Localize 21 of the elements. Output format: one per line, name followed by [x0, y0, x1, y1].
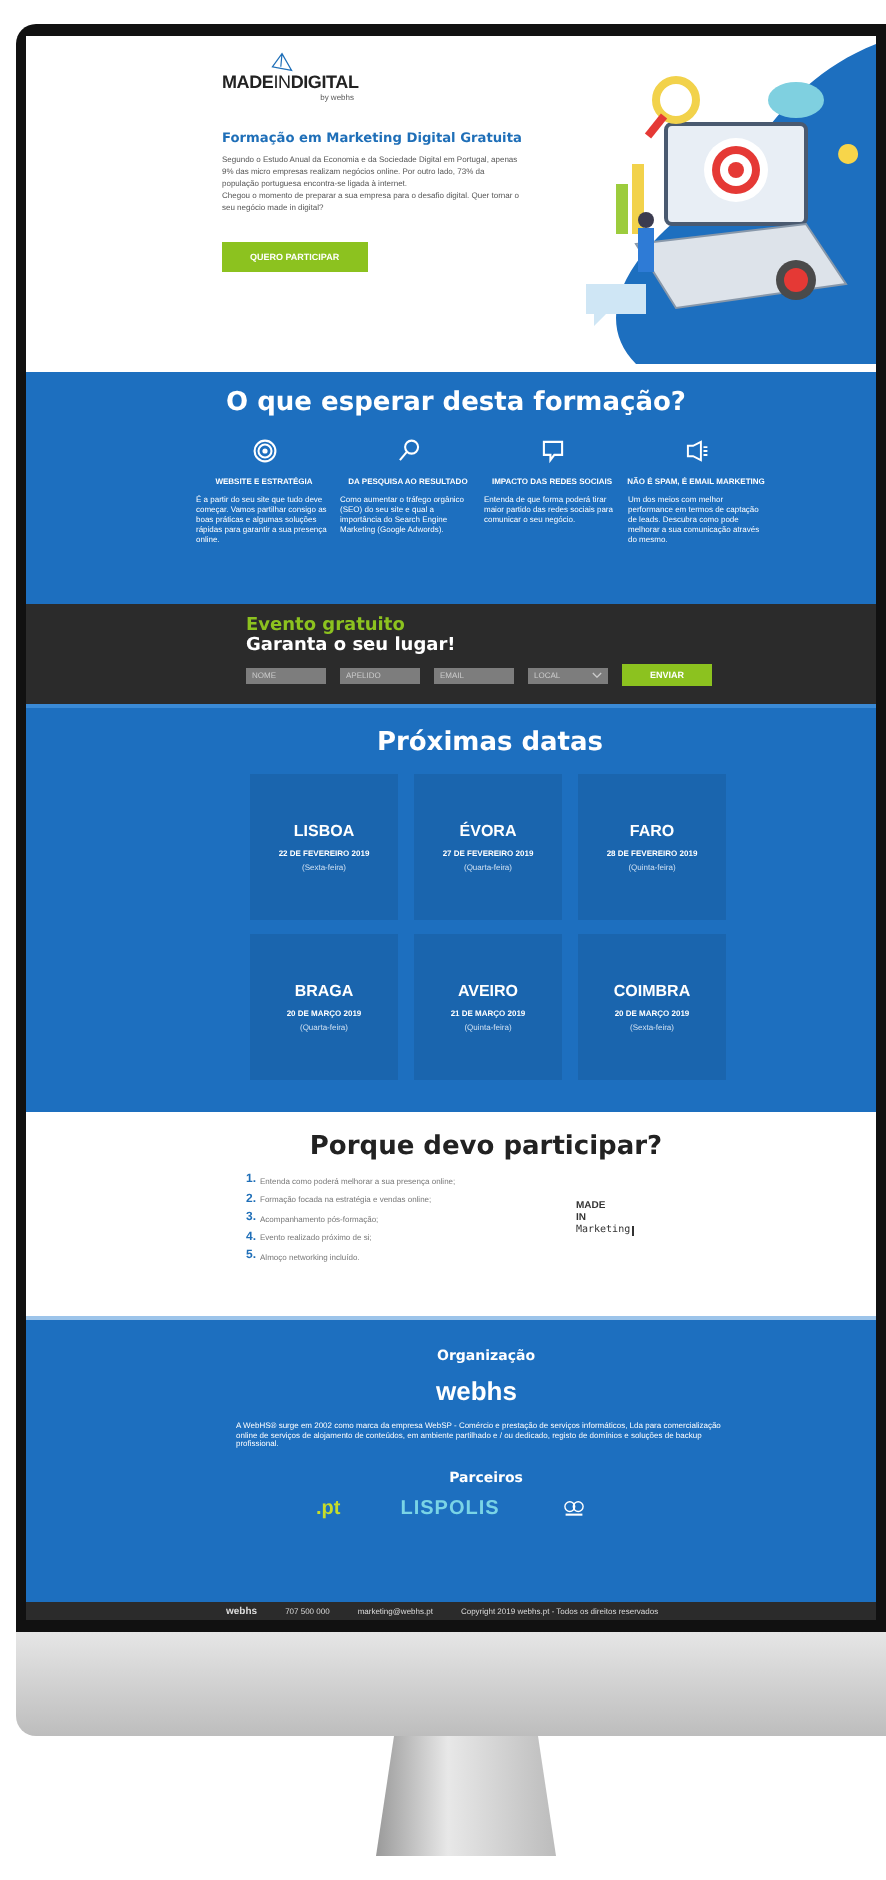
city-name: AVEIRO	[457, 982, 519, 1000]
city-name: LISBOA	[293, 822, 355, 840]
target-icon	[251, 438, 277, 464]
city-name: BRAGA	[294, 982, 354, 1000]
partner-logo: LISPOLIS	[400, 1497, 500, 1519]
city-name: COIMBRA	[613, 982, 691, 1000]
section-title: Porque devo participar?	[307, 1132, 665, 1162]
search-icon	[395, 438, 421, 464]
chevron-down-icon	[592, 671, 602, 679]
megaphone-icon	[683, 438, 709, 464]
partner-logo: .pt	[316, 1497, 341, 1519]
triangle-icon	[270, 52, 294, 72]
city-name: FARO	[629, 822, 675, 840]
section-title: Próximas datas	[374, 728, 606, 758]
event-label: Evento gratuito	[246, 616, 407, 636]
section-title: O que esperar desta formação?	[224, 388, 688, 418]
event-title: Garanta o seu lugar!	[246, 636, 458, 656]
partner-emblem-icon	[559, 1498, 588, 1518]
webhs-logo: webhs	[436, 1376, 517, 1406]
city-name: ÉVORA	[459, 822, 517, 840]
chat-bubble-icon	[539, 438, 565, 464]
